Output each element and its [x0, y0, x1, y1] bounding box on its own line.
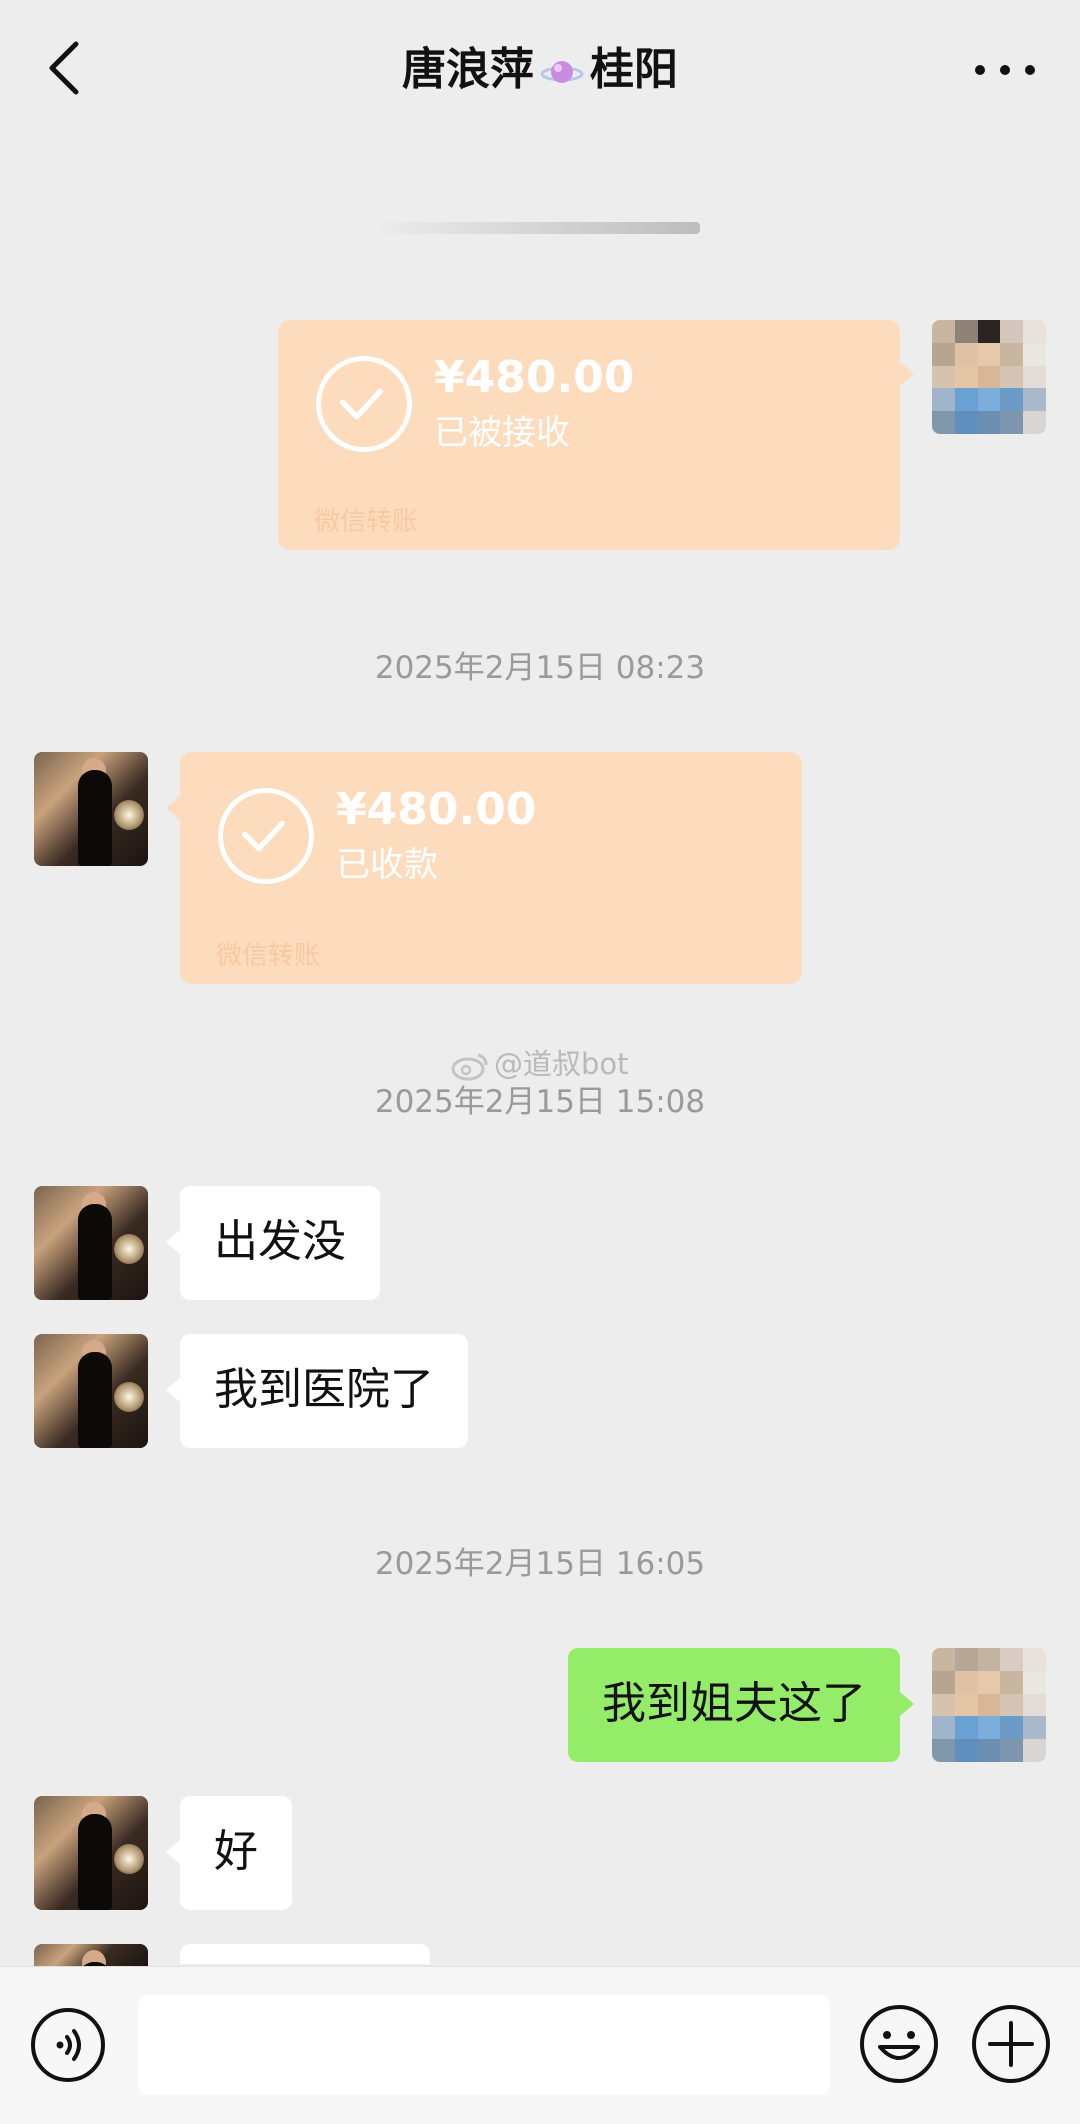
timestamp: 2025年2月15日 15:08 — [374, 1084, 706, 1120]
plus-icon[interactable] — [970, 2003, 1052, 2085]
contact-city: 桂阳 — [590, 44, 678, 95]
bubble-tail — [166, 1378, 180, 1402]
transfer-amount: ¥480.00 — [336, 784, 537, 835]
avatar-contact[interactable] — [34, 1796, 148, 1910]
bubble-tail — [900, 1692, 914, 1716]
timestamp: 2025年2月15日 16:05 — [374, 1546, 706, 1582]
avatar-contact[interactable] — [34, 1944, 148, 1966]
transfer-amount: ¥480.00 — [434, 352, 635, 403]
timestamp: 2025年2月15日 08:23 — [374, 650, 706, 686]
top-fade-divider — [370, 222, 700, 234]
message-bubble-partial[interactable] — [180, 1944, 430, 1964]
emoji-icon[interactable] — [858, 2003, 940, 2085]
bubble-tail — [166, 1840, 180, 1864]
avatar-self[interactable] — [932, 1648, 1046, 1762]
check-circle-icon — [316, 356, 412, 452]
message-bubble[interactable]: 我到医院了 — [180, 1334, 468, 1448]
transfer-status: 已收款 — [336, 845, 438, 885]
bubble-tail — [166, 796, 180, 820]
message-bubble-sent[interactable]: 我到姐夫这了 — [568, 1648, 900, 1762]
bubble-tail — [166, 1230, 180, 1254]
voice-icon[interactable] — [30, 2007, 106, 2083]
check-circle-icon — [218, 788, 314, 884]
transfer-footer: 微信转账 — [216, 941, 321, 971]
avatar-contact[interactable] — [34, 752, 148, 866]
transfer-card-sent[interactable]: ¥480.00 已被接收 微信转账 — [278, 320, 900, 550]
input-bar — [0, 1966, 1080, 2124]
contact-name: 唐浪萍 — [402, 44, 534, 95]
avatar-contact[interactable] — [34, 1334, 148, 1448]
transfer-card-received[interactable]: ¥480.00 已收款 微信转账 — [180, 752, 802, 984]
planet-sticker-icon — [540, 61, 584, 83]
top-bar: 唐浪萍 桂阳 — [0, 0, 1080, 140]
message-bubble[interactable]: 出发没 — [180, 1186, 380, 1300]
message-bubble[interactable]: 好 — [180, 1796, 292, 1910]
transfer-status: 已被接收 — [434, 413, 570, 453]
avatar-self[interactable] — [932, 320, 1046, 434]
bubble-tail — [900, 362, 914, 386]
transfer-footer: 微信转账 — [314, 507, 419, 537]
avatar-contact[interactable] — [34, 1186, 148, 1300]
chat-title: 唐浪萍 桂阳 — [0, 40, 1080, 100]
message-input[interactable] — [138, 1995, 830, 2095]
more-dots-icon[interactable] — [970, 50, 1040, 90]
